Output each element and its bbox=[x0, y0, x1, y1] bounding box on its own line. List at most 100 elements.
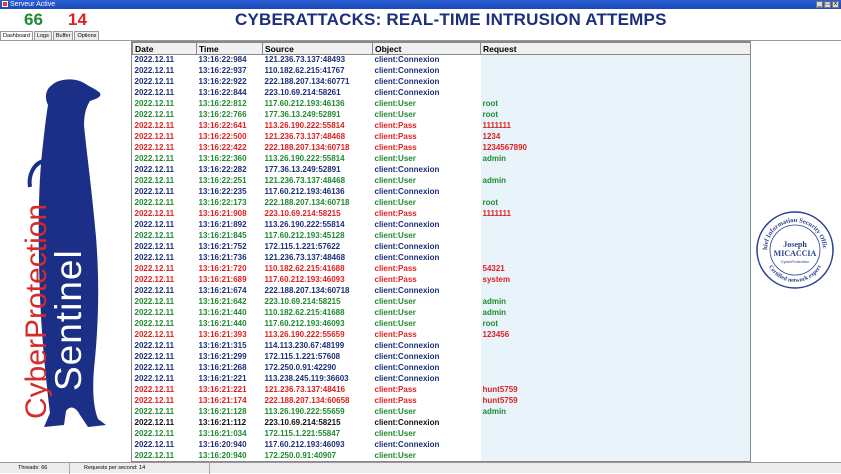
column-source[interactable]: Source bbox=[262, 42, 373, 55]
table-row[interactable]: 2022.12.11 13:16:21:720 110.182.62.215:416… bbox=[132, 263, 750, 275]
app-icon bbox=[2, 1, 8, 7]
table-row[interactable]: 2022.12.11 13:16:21:112 223.10.69.214:5821… bbox=[132, 417, 750, 429]
cell-source: 121.236.73.137:48416 bbox=[262, 384, 373, 396]
cell-date: 2022.12.11 bbox=[132, 285, 197, 297]
table-row[interactable]: 2022.12.11 13:16:22:844 223.10.69.214:5826… bbox=[132, 87, 750, 99]
cell-source: 223.10.69.214:58215 bbox=[262, 417, 373, 429]
table-row[interactable]: 2022.12.11 13:16:21:315 114.113.230.67:481… bbox=[132, 340, 750, 352]
table-row[interactable]: 2022.12.11 13:16:21:221 121.236.73.137:484… bbox=[132, 384, 750, 396]
cell-source: 114.113.230.67:48199 bbox=[262, 340, 373, 352]
cell-source: 222.188.207.134:60658 bbox=[262, 395, 373, 407]
cell-time: 13:16:21:268 bbox=[196, 362, 263, 374]
cell-time: 13:16:21:736 bbox=[196, 252, 263, 264]
table-row[interactable]: 2022.12.11 13:16:21:440 117.60.212.193:460… bbox=[132, 318, 750, 330]
cell-time: 13:16:21:299 bbox=[196, 351, 263, 363]
table-row[interactable]: 2022.12.11 13:16:20:940 172.250.0.91:40907… bbox=[132, 450, 750, 461]
cell-object: client:User bbox=[372, 307, 481, 319]
cell-source: 172.115.1.221:55847 bbox=[262, 428, 373, 440]
table-row[interactable]: 2022.12.11 13:16:21:908 223.10.69.214:5821… bbox=[132, 208, 750, 220]
cell-date: 2022.12.11 bbox=[132, 65, 197, 77]
cell-date: 2022.12.11 bbox=[132, 351, 197, 363]
cell-date: 2022.12.11 bbox=[132, 98, 197, 110]
cell-object: client:User bbox=[372, 318, 481, 330]
cell-date: 2022.12.11 bbox=[132, 175, 197, 187]
cell-date: 2022.12.11 bbox=[132, 406, 197, 418]
tab-options[interactable]: Options bbox=[74, 31, 100, 40]
column-request[interactable]: Request bbox=[480, 42, 750, 55]
cell-source: 121.236.73.137:48468 bbox=[262, 131, 373, 143]
table-row[interactable]: 2022.12.11 13:16:22:251 121.236.73.137:484… bbox=[132, 175, 750, 187]
table-row[interactable]: 2022.12.11 13:16:22:173 222.188.207.134:60… bbox=[132, 197, 750, 209]
column-date[interactable]: Date bbox=[132, 42, 197, 55]
intrusion-table: Date Time Source Object Request 2022.12.… bbox=[131, 41, 751, 462]
table-row[interactable]: 2022.12.11 13:16:22:984 121.236.73.137:484… bbox=[132, 54, 750, 66]
table-row[interactable]: 2022.12.11 13:16:21:736 121.236.73.137:484… bbox=[132, 252, 750, 264]
cell-request: root bbox=[480, 197, 750, 209]
tab-logs[interactable]: Logs bbox=[33, 31, 52, 40]
table-row[interactable]: 2022.12.11 13:16:22:641 113.26.190.222:558… bbox=[132, 120, 750, 132]
table-row[interactable]: 2022.12.11 13:16:21:128 113.26.190.222:556… bbox=[132, 406, 750, 418]
cell-time: 13:16:21:393 bbox=[196, 329, 263, 341]
table-row[interactable]: 2022.12.11 13:16:21:034 172.115.1.221:5584… bbox=[132, 428, 750, 440]
cell-source: 121.236.73.137:48468 bbox=[262, 175, 373, 187]
column-time[interactable]: Time bbox=[196, 42, 263, 55]
table-row[interactable]: 2022.12.11 13:16:21:642 223.10.69.214:5821… bbox=[132, 296, 750, 308]
cell-source: 113.26.190.222:55814 bbox=[262, 219, 373, 231]
cell-date: 2022.12.11 bbox=[132, 87, 197, 99]
table-row[interactable]: 2022.12.11 13:16:21:892 113.26.190.222:558… bbox=[132, 219, 750, 231]
cell-date: 2022.12.11 bbox=[132, 252, 197, 264]
table-row[interactable]: 2022.12.11 13:16:22:812 117.60.212.193:461… bbox=[132, 98, 750, 110]
cell-request: 54321 bbox=[480, 263, 750, 275]
cell-request bbox=[480, 65, 750, 77]
tab-dashboard[interactable]: Dashboard bbox=[0, 31, 33, 40]
svg-text:Certified network expert: Certified network expert bbox=[767, 264, 823, 284]
close-button[interactable]: x bbox=[832, 1, 839, 8]
minimize-button[interactable]: _ bbox=[816, 1, 823, 8]
cell-request: 123456 bbox=[480, 329, 750, 341]
table-row[interactable]: 2022.12.11 13:16:21:440 110.182.62.215:416… bbox=[132, 307, 750, 319]
cell-object: client:Pass bbox=[372, 120, 481, 132]
table-row[interactable]: 2022.12.11 13:16:21:268 172.250.0.91:42290… bbox=[132, 362, 750, 374]
cell-date: 2022.12.11 bbox=[132, 439, 197, 451]
table-row[interactable]: 2022.12.11 13:16:21:689 117.60.212.193:460… bbox=[132, 274, 750, 286]
cell-source: 117.60.212.193:45128 bbox=[262, 230, 373, 242]
cell-object: client:Connexion bbox=[372, 219, 481, 231]
table-row[interactable]: 2022.12.11 13:16:20:940 117.60.212.193:460… bbox=[132, 439, 750, 451]
svg-text:Joseph: Joseph bbox=[783, 240, 807, 249]
table-row[interactable]: 2022.12.11 13:16:21:674 222.188.207.134:60… bbox=[132, 285, 750, 297]
table-row[interactable]: 2022.12.11 13:16:21:299 172.115.1.221:5760… bbox=[132, 351, 750, 363]
maximize-button[interactable]: □ bbox=[824, 1, 831, 8]
cell-request bbox=[480, 417, 750, 429]
cell-source: 113.26.190.222:55814 bbox=[262, 120, 373, 132]
table-row[interactable]: 2022.12.11 13:16:22:922 222.188.207.134:60… bbox=[132, 76, 750, 88]
table-row[interactable]: 2022.12.11 13:16:22:235 117.60.212.193:461… bbox=[132, 186, 750, 198]
table-row[interactable]: 2022.12.11 13:16:22:937 110.182.62.215:417… bbox=[132, 65, 750, 77]
window-title: Serveur Active bbox=[10, 1, 56, 8]
cell-source: 172.250.0.91:40907 bbox=[262, 450, 373, 461]
cell-source: 177.36.13.249:52891 bbox=[262, 164, 373, 176]
cell-request bbox=[480, 373, 750, 385]
cell-time: 13:16:21:845 bbox=[196, 230, 263, 242]
cell-date: 2022.12.11 bbox=[132, 164, 197, 176]
cell-object: client:Connexion bbox=[372, 76, 481, 88]
cell-date: 2022.12.11 bbox=[132, 153, 197, 165]
table-row[interactable]: 2022.12.11 13:16:21:393 113.26.190.222:556… bbox=[132, 329, 750, 341]
cell-object: client:User bbox=[372, 109, 481, 121]
cell-request: 1234567890 bbox=[480, 142, 750, 154]
column-object[interactable]: Object bbox=[372, 42, 481, 55]
cell-date: 2022.12.11 bbox=[132, 329, 197, 341]
cell-request bbox=[480, 241, 750, 253]
table-row[interactable]: 2022.12.11 13:16:21:221 113.238.245.119:36… bbox=[132, 373, 750, 385]
cell-object: client:User bbox=[372, 98, 481, 110]
table-row[interactable]: 2022.12.11 13:16:22:500 121.236.73.137:484… bbox=[132, 131, 750, 143]
cell-source: 121.236.73.137:48468 bbox=[262, 252, 373, 264]
table-row[interactable]: 2022.12.11 13:16:21:174 222.188.207.134:60… bbox=[132, 395, 750, 407]
table-row[interactable]: 2022.12.11 13:16:22:766 177.36.13.249:5289… bbox=[132, 109, 750, 121]
tab-buffer[interactable]: Buffer bbox=[52, 31, 74, 40]
table-row[interactable]: 2022.12.11 13:16:21:752 172.115.1.221:5762… bbox=[132, 241, 750, 253]
table-row[interactable]: 2022.12.11 13:16:22:360 113.26.190.222:558… bbox=[132, 153, 750, 165]
cell-source: 222.188.207.134:60718 bbox=[262, 142, 373, 154]
table-row[interactable]: 2022.12.11 13:16:21:845 117.60.212.193:451… bbox=[132, 230, 750, 242]
table-row[interactable]: 2022.12.11 13:16:22:422 222.188.207.134:60… bbox=[132, 142, 750, 154]
table-row[interactable]: 2022.12.11 13:16:22:282 177.36.13.249:5289… bbox=[132, 164, 750, 176]
